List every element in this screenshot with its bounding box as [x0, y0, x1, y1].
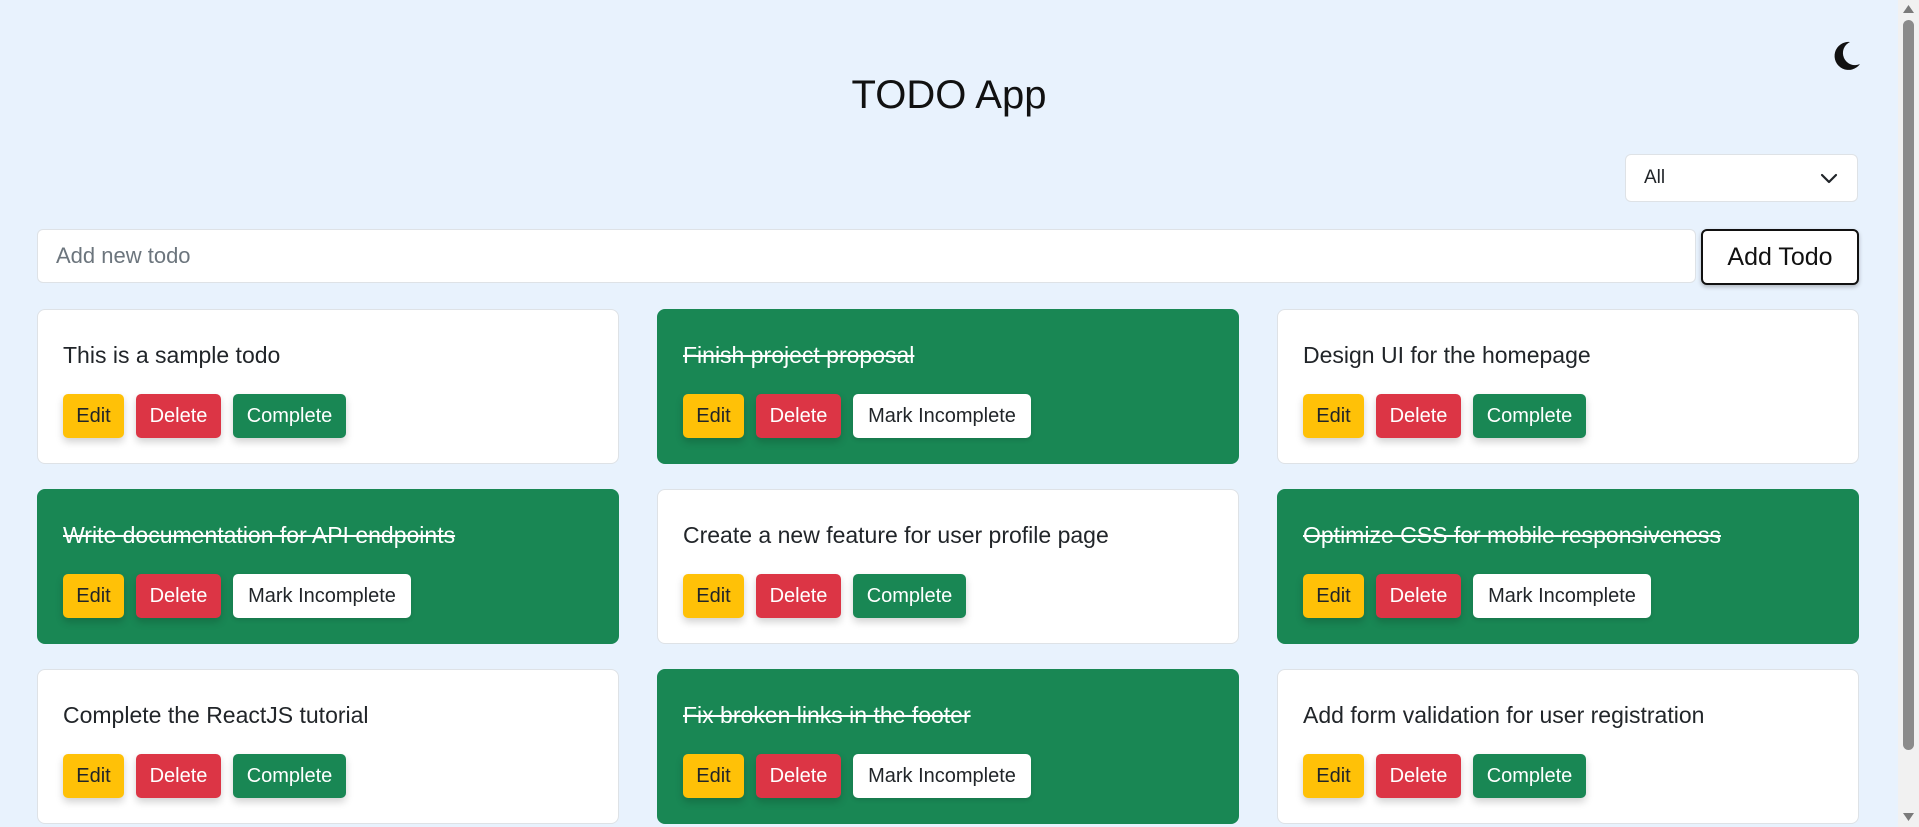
- todo-text: Write documentation for API endpoints: [63, 522, 456, 548]
- todo-actions: Edit Delete Mark Incomplete: [683, 394, 1031, 438]
- edit-button[interactable]: Edit: [1303, 574, 1364, 618]
- filter-selected-value: All: [1644, 167, 1666, 188]
- complete-button[interactable]: Complete: [233, 394, 346, 438]
- todo-list: This is a sample todo Edit Delete Complete F…: [37, 309, 1859, 824]
- todo-text: Fix broken links in the footer: [683, 702, 971, 728]
- mark-incomplete-button[interactable]: Mark Incomplete: [853, 754, 1031, 798]
- scroll-up-arrow-icon[interactable]: [1902, 4, 1915, 14]
- edit-button[interactable]: Edit: [63, 394, 124, 438]
- edit-button[interactable]: Edit: [683, 574, 744, 618]
- todo-text: Finish project proposal: [683, 342, 915, 368]
- vertical-scrollbar[interactable]: [1898, 0, 1919, 827]
- todo-text: Complete the ReactJS tutorial: [63, 702, 369, 728]
- complete-button[interactable]: Complete: [233, 754, 346, 798]
- complete-button[interactable]: Complete: [1473, 754, 1586, 798]
- add-todo-input[interactable]: [37, 229, 1696, 283]
- todo-text: Optimize CSS for mobile responsiveness: [1303, 522, 1721, 548]
- todo-card: This is a sample todo Edit Delete Complete: [37, 309, 619, 464]
- scrollbar-thumb[interactable]: [1903, 20, 1914, 750]
- todo-actions: Edit Delete Complete: [1303, 394, 1586, 438]
- delete-button[interactable]: Delete: [756, 394, 841, 438]
- delete-button[interactable]: Delete: [136, 574, 221, 618]
- todo-card: Finish project proposal Edit Delete Mark In…: [657, 309, 1239, 464]
- chevron-down-icon: [1820, 173, 1838, 184]
- todo-actions: Edit Delete Mark Incomplete: [63, 574, 411, 618]
- delete-button[interactable]: Delete: [756, 574, 841, 618]
- page-title: TODO App: [851, 73, 1047, 117]
- edit-button[interactable]: Edit: [63, 574, 124, 618]
- todo-card: Optimize CSS for mobile responsiveness Ed…: [1277, 489, 1859, 644]
- todo-card: Add form validation for user registratio…: [1277, 669, 1859, 824]
- edit-button[interactable]: Edit: [683, 394, 744, 438]
- todo-actions: Edit Delete Complete: [63, 394, 346, 438]
- todo-card: Create a new feature for user profile pa…: [657, 489, 1239, 644]
- filter-select[interactable]: All: [1625, 154, 1858, 202]
- app-page: TODO App All Add Todo This is a sample t…: [0, 0, 1898, 827]
- scroll-down-arrow-icon[interactable]: [1902, 812, 1915, 822]
- edit-button[interactable]: Edit: [683, 754, 744, 798]
- delete-button[interactable]: Delete: [1376, 574, 1461, 618]
- mark-incomplete-button[interactable]: Mark Incomplete: [853, 394, 1031, 438]
- mark-incomplete-button[interactable]: Mark Incomplete: [233, 574, 411, 618]
- delete-button[interactable]: Delete: [1376, 754, 1461, 798]
- complete-button[interactable]: Complete: [853, 574, 966, 618]
- todo-actions: Edit Delete Mark Incomplete: [683, 754, 1031, 798]
- todo-text: Add form validation for user registratio…: [1303, 702, 1705, 728]
- todo-card: Fix broken links in the footer Edit Delete…: [657, 669, 1239, 824]
- delete-button[interactable]: Delete: [756, 754, 841, 798]
- todo-actions: Edit Delete Complete: [1303, 754, 1586, 798]
- todo-actions: Edit Delete Mark Incomplete: [1303, 574, 1651, 618]
- add-todo-button[interactable]: Add Todo: [1701, 229, 1859, 285]
- todo-actions: Edit Delete Complete: [683, 574, 966, 618]
- todo-card: Design UI for the homepage Edit Delete Comp…: [1277, 309, 1859, 464]
- delete-button[interactable]: Delete: [1376, 394, 1461, 438]
- edit-button[interactable]: Edit: [1303, 754, 1364, 798]
- delete-button[interactable]: Delete: [136, 394, 221, 438]
- todo-text: Design UI for the homepage: [1303, 342, 1591, 368]
- todo-card: Complete the ReactJS tutorial Edit Delete C…: [37, 669, 619, 824]
- todo-text: This is a sample todo: [63, 342, 281, 368]
- edit-button[interactable]: Edit: [63, 754, 124, 798]
- delete-button[interactable]: Delete: [136, 754, 221, 798]
- todo-card: Write documentation for API endpoints Edi…: [37, 489, 619, 644]
- mark-incomplete-button[interactable]: Mark Incomplete: [1473, 574, 1651, 618]
- complete-button[interactable]: Complete: [1473, 394, 1586, 438]
- todo-actions: Edit Delete Complete: [63, 754, 346, 798]
- edit-button[interactable]: Edit: [1303, 394, 1364, 438]
- todo-text: Create a new feature for user profile pa…: [683, 522, 1109, 548]
